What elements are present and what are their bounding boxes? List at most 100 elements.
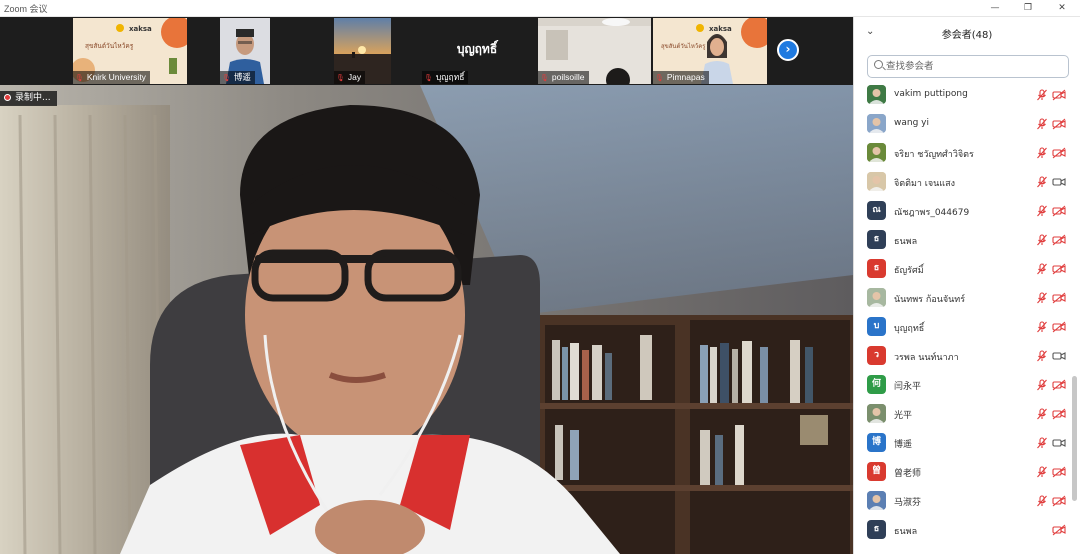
muted-mic-icon[interactable] — [1036, 118, 1048, 130]
muted-mic-icon[interactable] — [1036, 321, 1048, 333]
participant-row[interactable]: 曾曾老师 — [854, 458, 1074, 487]
video-off-icon[interactable] — [1052, 263, 1066, 275]
muted-mic-icon[interactable] — [1036, 89, 1048, 101]
participant-avatar — [867, 114, 886, 133]
title-bar: Zoom 会议 — ❐ ✕ — [0, 0, 1080, 17]
thumb-name-label: 🎙 บุญฤทธิ์ — [422, 71, 469, 84]
participant-name: บุญฤทธิ์ — [894, 324, 925, 334]
participant-avatar: ธ — [867, 259, 886, 278]
participant-avatar: ธ — [867, 520, 886, 539]
video-thumb-boyao[interactable]: 🎙 博遥 — [220, 18, 270, 84]
participant-row[interactable]: 光平 — [854, 400, 1074, 429]
participant-avatar — [867, 172, 886, 191]
video-thumbnail-strip: xaksa สุขสันต์วันไหว้ครู 🎙 Knirk Universi… — [0, 17, 853, 85]
participant-row[interactable]: ธ ธนพล — [854, 516, 1074, 545]
video-off-icon[interactable] — [1052, 118, 1066, 130]
participant-avatar: บ — [867, 317, 886, 336]
video-off-icon[interactable] — [1052, 147, 1066, 159]
video-off-icon[interactable] — [1052, 89, 1066, 101]
participant-row[interactable]: wang yi — [854, 110, 1074, 139]
restore-button[interactable]: ❐ — [1013, 0, 1043, 17]
video-off-icon[interactable] — [1052, 234, 1066, 246]
search-icon — [874, 60, 883, 69]
participant-row[interactable]: 何闫永平 — [854, 371, 1074, 400]
video-off-icon[interactable] — [1052, 292, 1066, 304]
participant-name: 闫永平 — [894, 382, 922, 392]
minimize-button[interactable]: — — [980, 0, 1010, 17]
participant-row[interactable]: ว วรพล นนท์นาภา — [854, 342, 1074, 371]
video-thumb-knirk[interactable]: xaksa สุขสันต์วันไหว้ครู 🎙 Knirk Universi… — [73, 18, 187, 84]
participant-row[interactable]: จิตติมา เจนแสง — [854, 168, 1074, 197]
window-title: Zoom 会议 — [4, 4, 48, 14]
muted-mic-icon[interactable] — [1036, 147, 1048, 159]
video-thumb-jay[interactable]: 🎙 Jay — [334, 18, 391, 84]
participants-title: 参会者(48) — [941, 30, 993, 41]
video-off-icon[interactable] — [1052, 205, 1066, 217]
video-on-icon[interactable] — [1052, 437, 1066, 449]
muted-mic-icon[interactable] — [1036, 263, 1048, 275]
participant-list[interactable]: vakim puttipong wang yi จริยา ชวัญทศำวิจิต… — [854, 81, 1074, 554]
video-off-icon[interactable] — [1052, 495, 1066, 507]
muted-mic-icon[interactable] — [1036, 176, 1048, 188]
muted-mic-icon[interactable] — [1036, 205, 1048, 217]
participant-row[interactable]: 博博遥 — [854, 429, 1074, 458]
participant-name: vakim puttipong — [894, 89, 968, 99]
participant-list-scrollbar[interactable] — [1072, 376, 1077, 501]
participant-row[interactable]: 马淑芬 — [854, 487, 1074, 516]
participant-name: วรพล นนท์นาภา — [894, 353, 959, 363]
participant-name: 光平 — [894, 411, 913, 421]
participant-avatar: 曾 — [867, 462, 886, 481]
video-off-icon[interactable] — [1052, 524, 1066, 536]
muted-mic-icon[interactable] — [1036, 437, 1048, 449]
participant-row[interactable]: บ บุญฤทธิ์ — [854, 313, 1074, 342]
video-thumb-pimnapas[interactable]: xaksa สุขสันต์วันไหว้ครู 🎙 Pimnapas — [653, 18, 767, 84]
participant-name: wang yi — [894, 118, 929, 128]
video-off-icon[interactable] — [1052, 466, 1066, 478]
participants-panel: ⌄ 参会者(48) vakim puttipongwang yiจริยา ชว… — [853, 17, 1080, 554]
participant-avatar — [867, 85, 886, 104]
participant-row[interactable]: นันทพร ก้อนจันทร์ — [854, 284, 1074, 313]
participant-name-display: บุญฤทธิ์ — [456, 42, 498, 56]
participant-row[interactable]: จริยา ชวัญทศำวิจิตร — [854, 139, 1074, 168]
participant-search-box[interactable] — [867, 55, 1069, 78]
video-thumb-boonrit[interactable]: บุญฤทธิ์ 🎙 บุญฤทธิ์ — [422, 18, 532, 84]
video-on-icon[interactable] — [1052, 350, 1066, 362]
participant-search-input[interactable] — [886, 59, 1064, 74]
video-off-icon[interactable] — [1052, 321, 1066, 333]
participant-name: ธนพล — [894, 237, 918, 247]
participant-avatar — [867, 288, 886, 307]
muted-mic-icon[interactable] — [1036, 350, 1048, 362]
video-on-icon[interactable] — [1052, 176, 1066, 188]
participant-avatar: 博 — [867, 433, 886, 452]
muted-mic-icon[interactable] — [1036, 408, 1048, 420]
next-page-button[interactable]: › — [777, 39, 799, 61]
video-thumb-poilsoille[interactable]: 🎙 poilsoille — [538, 18, 651, 84]
participant-row[interactable]: vakim puttipong — [854, 81, 1074, 110]
participant-name: ณัชฎาพร_044679 — [894, 208, 970, 218]
video-off-icon[interactable] — [1052, 379, 1066, 391]
muted-mic-icon[interactable] — [1036, 234, 1048, 246]
muted-mic-icon[interactable] — [1036, 379, 1048, 391]
thumb-name-label: 🎙 Pimnapas — [653, 71, 709, 84]
participant-avatar: 何 — [867, 375, 886, 394]
muted-mic-icon[interactable] — [1036, 292, 1048, 304]
recording-indicator[interactable]: 录制中... — [0, 91, 57, 106]
close-button[interactable]: ✕ — [1047, 0, 1077, 17]
participant-row[interactable]: ธ ธนพล — [854, 226, 1074, 255]
participant-avatar: ธ — [867, 230, 886, 249]
recording-dot-icon — [4, 94, 11, 101]
muted-mic-icon[interactable] — [1036, 466, 1048, 478]
participant-avatar — [867, 143, 886, 162]
svg-text:สุขสันต์วันไหว้ครู: สุขสันต์วันไหว้ครู — [661, 42, 706, 50]
thumb-name-label: 🎙 poilsoille — [538, 71, 589, 84]
participant-avatar — [867, 404, 886, 423]
muted-mic-icon[interactable] — [1036, 495, 1048, 507]
video-off-icon[interactable] — [1052, 408, 1066, 420]
muted-mic-icon: 🎙 — [222, 75, 231, 82]
participant-row[interactable]: ธ ธัญรัศมิ์ — [854, 255, 1074, 284]
muted-mic-icon: 🎙 — [336, 75, 345, 82]
participant-avatar: ว — [867, 346, 886, 365]
participant-avatar — [867, 491, 886, 510]
participant-row[interactable]: ณ ณัชฎาพร_044679 — [854, 197, 1074, 226]
participant-name: นันทพร ก้อนจันทร์ — [894, 295, 966, 305]
